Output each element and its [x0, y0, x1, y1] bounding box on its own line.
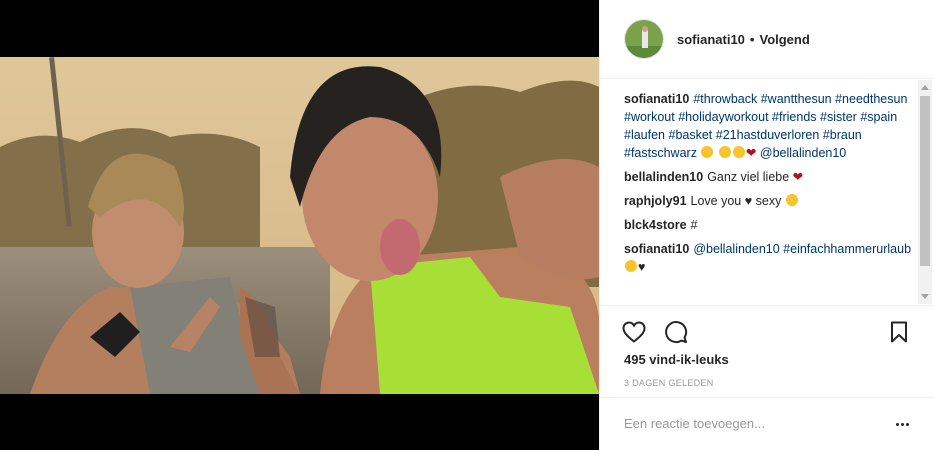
hashtag-link[interactable]: #spain — [860, 110, 897, 124]
comment-username[interactable]: sofianati10 — [624, 242, 689, 256]
hashtag-link[interactable]: #laufen — [624, 128, 665, 142]
follow-button[interactable]: Volgend — [759, 32, 809, 47]
hashtag-link[interactable]: #braun — [823, 128, 862, 142]
comments-scrollbar[interactable] — [918, 80, 932, 304]
comment-input[interactable] — [624, 412, 874, 434]
hashtag-link[interactable]: #fastschwarz — [624, 146, 697, 160]
heart-eyes-emoji — [625, 260, 637, 272]
media-area — [0, 0, 599, 450]
hashtag-link[interactable]: #wantthesun — [761, 92, 832, 106]
hashtag-link[interactable]: #needthesun — [835, 92, 907, 106]
comment-item: bellalinden10 Ganz viel liebe ❤ — [624, 168, 914, 186]
comment-item: raphjoly91 Love you ♥ sexy — [624, 192, 914, 210]
heart-eyes-emoji — [785, 194, 798, 206]
hashtag-link[interactable]: @bellalinden10 — [693, 242, 779, 256]
black-heart-icon: ♥ — [638, 260, 646, 274]
hashtag-link[interactable]: #throwback — [693, 92, 757, 106]
post-actions: 495 vind-ik-leuks 3 DAGEN GELEDEN — [600, 305, 934, 397]
comment-username[interactable]: blck4store — [624, 218, 687, 232]
comment-text: Love you — [690, 194, 745, 208]
save-button[interactable] — [885, 318, 913, 346]
comment-username[interactable]: sofianati10 — [624, 92, 689, 106]
comments-list[interactable]: sofianati10 #throwback #wantthesun #needt… — [624, 90, 914, 304]
winking-face-emoji — [718, 146, 731, 158]
more-options-icon — [895, 422, 899, 426]
red-heart-icon: ❤ — [792, 170, 804, 184]
hashtag-link[interactable]: #21hastduverloren — [716, 128, 820, 142]
post-header: sofianati10 • Volgend — [600, 0, 934, 79]
comment-button[interactable] — [662, 318, 690, 346]
hashtag-link[interactable]: #basket — [669, 128, 713, 142]
hashtag-link[interactable]: #workout — [624, 110, 675, 124]
scrollbar-thumb[interactable] — [920, 96, 930, 266]
instagram-post-modal: sofianati10 • Volgend sofianati10 #throwb… — [0, 0, 934, 450]
heart-outline-icon — [622, 321, 646, 343]
grinning-face-emoji — [701, 146, 714, 158]
like-button[interactable] — [620, 318, 648, 346]
comment-username[interactable]: bellalinden10 — [624, 170, 703, 184]
comment-username[interactable]: raphjoly91 — [624, 194, 687, 208]
comment-text: # — [690, 218, 698, 232]
header-separator: • — [749, 31, 755, 47]
hashtag-link[interactable]: @bellalinden10 — [760, 146, 846, 160]
header-text: sofianati10 • Volgend — [677, 32, 810, 47]
post-sidebar: sofianati10 • Volgend sofianati10 #throwb… — [599, 0, 934, 450]
scroll-up-arrow-icon[interactable] — [921, 85, 929, 90]
hashtag-link[interactable]: #holidayworkout — [678, 110, 768, 124]
hashtag-link[interactable]: #sister — [820, 110, 857, 124]
hashtag-link[interactable]: #einfachhammerurlaub — [783, 242, 911, 256]
comment-text: Ganz viel liebe — [707, 170, 793, 184]
post-date[interactable]: 3 DAGEN GELEDEN — [624, 378, 714, 388]
comment-item: blck4store # — [624, 216, 914, 234]
red-heart-icon: ❤ — [745, 146, 757, 160]
post-photo[interactable] — [0, 57, 599, 394]
comment-text — [714, 146, 717, 160]
header-username[interactable]: sofianati10 — [677, 32, 745, 47]
comment-text — [697, 146, 700, 160]
hashtag-link[interactable]: #friends — [772, 110, 816, 124]
smiling-face-emoji — [732, 146, 745, 158]
bookmark-icon — [891, 321, 907, 343]
likes-count[interactable]: 495 vind-ik-leuks — [624, 352, 729, 367]
more-options-button[interactable] — [892, 414, 912, 434]
comment-text: sexy — [752, 194, 785, 208]
comment-bubble-icon — [665, 321, 688, 344]
avatar[interactable] — [624, 19, 664, 59]
add-comment-bar — [600, 397, 934, 450]
comment-item: sofianati10 #throwback #wantthesun #needt… — [624, 90, 914, 162]
scroll-down-arrow-icon[interactable] — [921, 294, 929, 299]
comment-item: sofianati10 @bellalinden10 #einfachhammer… — [624, 240, 914, 276]
